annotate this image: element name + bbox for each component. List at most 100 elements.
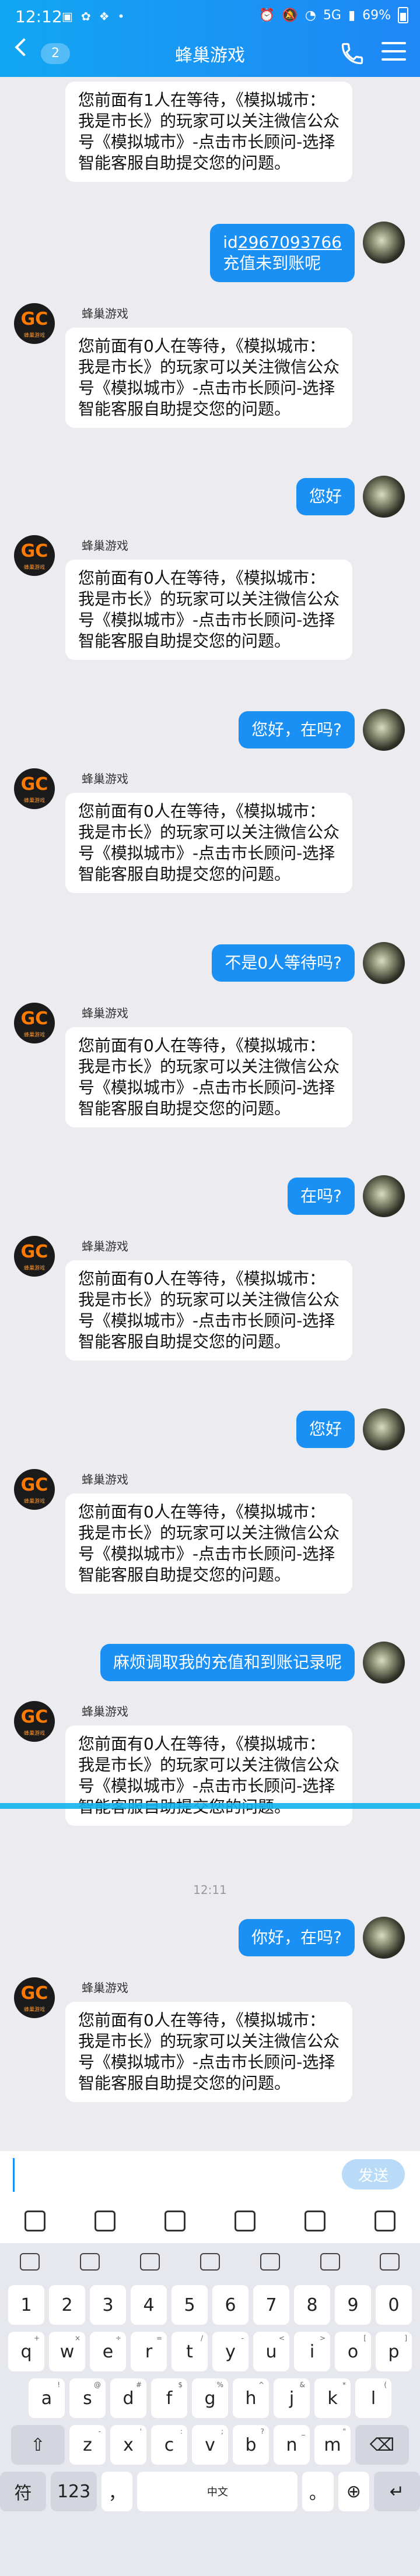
user-avatar[interactable]: [363, 1917, 405, 1959]
key-v[interactable]: v;: [192, 2425, 228, 2465]
bot-message-bubble[interactable]: 您前面有0人在等待，《模拟城市：我是市长》的玩家可以关注微信公众号《模拟城市》-…: [65, 2002, 352, 2102]
user-message-bubble[interactable]: 麻烦调取我的充值和到账记录呢: [100, 1644, 355, 1681]
user-message-bubble[interactable]: 您好: [296, 1411, 355, 1448]
bot-message-bubble[interactable]: 您前面有0人在等待，《模拟城市：我是市长》的玩家可以关注微信公众号《模拟城市》-…: [65, 560, 352, 660]
bot-avatar[interactable]: GC 蜂巢游戏: [14, 535, 55, 576]
key-n[interactable]: n _: [274, 2425, 310, 2465]
menu-icon[interactable]: [382, 42, 406, 63]
key-z[interactable]: z-: [69, 2425, 106, 2465]
key-2[interactable]: 2: [49, 2285, 85, 2325]
bot-message-bubble[interactable]: 您前面有1人在等待，《模拟城市：我是市长》的玩家可以关注微信公众号《模拟城市》-…: [65, 82, 352, 182]
symbols-key[interactable]: 符: [0, 2472, 47, 2511]
key-m[interactable]: m ": [314, 2425, 351, 2465]
key-9[interactable]: 9: [335, 2285, 371, 2325]
bot-avatar[interactable]: GC 蜂巢游戏: [14, 1469, 55, 1510]
key-a[interactable]: a!: [29, 2378, 65, 2418]
bot-avatar[interactable]: GC 蜂巢游戏: [14, 1003, 55, 1043]
message-input[interactable]: [13, 2158, 337, 2192]
bot-message-bubble[interactable]: 您前面有0人在等待，《模拟城市：我是市长》的玩家可以关注微信公众号《模拟城市》-…: [65, 328, 352, 428]
bot-message-bubble[interactable]: 您前面有0人在等待，《模拟城市：我是市长》的玩家可以关注微信公众号《模拟城市》-…: [65, 1493, 352, 1594]
user-message-bubble[interactable]: 您好: [296, 478, 355, 515]
key-4[interactable]: 4: [131, 2285, 167, 2325]
user-message-bubble[interactable]: id2967093766 充值未到账呢: [210, 224, 355, 282]
bot-message-bubble[interactable]: 您前面有0人在等待，《模拟城市：我是市长》的玩家可以关注微信公众号《模拟城市》-…: [65, 1027, 352, 1127]
key-5[interactable]: 5: [172, 2285, 208, 2325]
key-0[interactable]: 0: [376, 2285, 412, 2325]
key-g[interactable]: g%: [192, 2378, 228, 2418]
user-message-bubble[interactable]: 在吗?: [288, 1178, 355, 1215]
bot-avatar[interactable]: GC 蜂巢游戏: [14, 303, 55, 344]
gift-icon[interactable]: [235, 2210, 256, 2231]
avatar-logo-text: GC: [20, 541, 48, 561]
bot-avatar[interactable]: GC 蜂巢游戏: [14, 768, 55, 809]
key-o[interactable]: o[: [335, 2332, 371, 2371]
plus-icon[interactable]: [374, 2210, 396, 2231]
delete-key[interactable]: ⌫: [355, 2425, 409, 2465]
bot-message-bubble[interactable]: 您前面有0人在等待，《模拟城市：我是市长》的玩家可以关注微信公众号《模拟城市》-…: [65, 1725, 352, 1826]
emoji-icon[interactable]: [20, 2253, 40, 2271]
user-message-bubble[interactable]: 您好，在吗?: [239, 711, 355, 748]
phone-icon[interactable]: [340, 41, 365, 66]
camera-icon[interactable]: [164, 2210, 186, 2231]
signal-icon: ▮: [348, 8, 356, 23]
bot-message-bubble[interactable]: 您前面有0人在等待，《模拟城市：我是市长》的玩家可以关注微信公众号《模拟城市》-…: [65, 1260, 352, 1361]
image-icon[interactable]: [94, 2210, 116, 2231]
key-8[interactable]: 8: [294, 2285, 330, 2325]
user-avatar[interactable]: [363, 709, 405, 751]
bot-avatar[interactable]: GC 蜂巢游戏: [14, 1977, 55, 2018]
bot-avatar[interactable]: GC 蜂巢游戏: [14, 1701, 55, 1742]
key-1[interactable]: 1: [8, 2285, 44, 2325]
key-sublabel: $: [178, 2381, 183, 2389]
handwriting-icon[interactable]: [140, 2253, 160, 2271]
user-avatar[interactable]: [363, 1175, 405, 1217]
number-key[interactable]: 123: [51, 2472, 97, 2511]
key-s[interactable]: s @: [69, 2378, 106, 2418]
key-b[interactable]: b?: [233, 2425, 269, 2465]
settings-icon[interactable]: [320, 2253, 340, 2271]
key-c[interactable]: c:: [151, 2425, 187, 2465]
key-6[interactable]: 6: [212, 2285, 249, 2325]
user-avatar[interactable]: [363, 222, 405, 263]
user-avatar[interactable]: [363, 476, 405, 518]
key-i[interactable]: i >: [294, 2332, 330, 2371]
key-t[interactable]: t /: [172, 2332, 208, 2371]
key-h[interactable]: h ^: [233, 2378, 269, 2418]
keyboard-icon[interactable]: [80, 2253, 100, 2271]
send-button[interactable]: 发送: [342, 2159, 405, 2190]
key-d[interactable]: d #: [110, 2378, 146, 2418]
key-x[interactable]: x ': [110, 2425, 146, 2465]
space-key[interactable]: 中文: [137, 2472, 298, 2511]
user-message-bubble[interactable]: 不是0人等待吗?: [212, 944, 355, 982]
key-w[interactable]: w ×: [49, 2332, 85, 2371]
comma-key[interactable]: ，: [102, 2472, 133, 2511]
id-link[interactable]: 2967093766: [238, 233, 342, 252]
period-key[interactable]: 。: [302, 2472, 334, 2511]
key-e[interactable]: e ÷: [90, 2332, 126, 2371]
clipboard-icon[interactable]: [200, 2253, 220, 2271]
key-f[interactable]: f $: [151, 2378, 187, 2418]
key-y[interactable]: y-: [212, 2332, 249, 2371]
key-j[interactable]: j &: [274, 2378, 310, 2418]
user-avatar[interactable]: [363, 1408, 405, 1450]
shift-key[interactable]: ⇧: [11, 2425, 65, 2465]
key-q[interactable]: q +: [8, 2332, 44, 2371]
key-k[interactable]: k *: [314, 2378, 351, 2418]
emoji-icon[interactable]: [304, 2210, 326, 2231]
key-u[interactable]: u <: [253, 2332, 289, 2371]
bot-message-bubble[interactable]: 您前面有0人在等待，《模拟城市：我是市长》的玩家可以关注微信公众号《模拟城市》-…: [65, 793, 352, 893]
enter-key[interactable]: ↵: [373, 2472, 420, 2511]
mic-icon[interactable]: [24, 2210, 46, 2231]
user-message-bubble[interactable]: 你好，在吗?: [239, 1919, 355, 1956]
more-icon[interactable]: [380, 2253, 400, 2271]
key-3[interactable]: 3: [90, 2285, 126, 2325]
key-p[interactable]: p]: [376, 2332, 412, 2371]
globe-key[interactable]: ⊕: [338, 2472, 369, 2511]
bot-avatar[interactable]: GC 蜂巢游戏: [14, 1236, 55, 1277]
user-avatar[interactable]: [363, 1642, 405, 1684]
translate-icon[interactable]: [260, 2253, 280, 2271]
key-l[interactable]: l(: [355, 2378, 391, 2418]
key-label: e: [102, 2341, 114, 2362]
key-7[interactable]: 7: [253, 2285, 289, 2325]
key-r[interactable]: r =: [131, 2332, 167, 2371]
user-avatar[interactable]: [363, 942, 405, 984]
